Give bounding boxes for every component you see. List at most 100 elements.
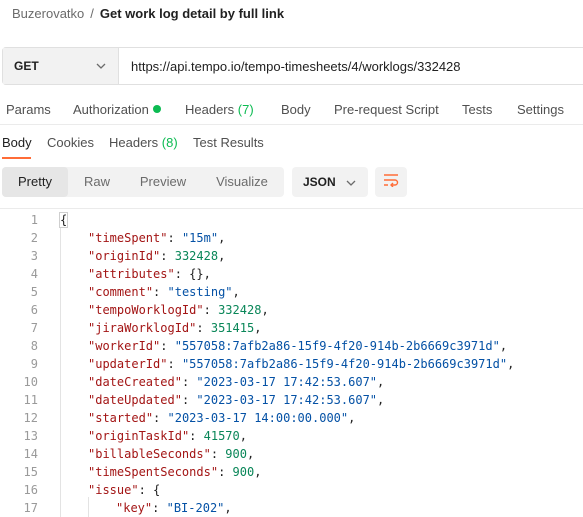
json-key: tempoWorklogId <box>95 303 197 317</box>
code-text: "attributes": {}, <box>88 267 211 281</box>
json-value: 900 <box>232 465 255 479</box>
request-name[interactable]: Get work log detail by full link <box>100 6 284 21</box>
breadcrumb: Buzerovatko / Get work log detail by full … <box>12 6 284 21</box>
line-number: 13 <box>23 429 38 443</box>
json-punctuation: , <box>507 357 515 371</box>
tab-headers-label: Headers <box>185 102 235 117</box>
tab-headers-count: (7) <box>237 102 254 117</box>
tab-test-results[interactable]: Test Results <box>193 135 264 150</box>
line-number: 1 <box>30 213 38 227</box>
json-key: originTaskId <box>95 429 182 443</box>
json-key: timeSpent <box>95 231 161 245</box>
format-label: JSON <box>303 175 336 189</box>
line-number: 4 <box>30 267 38 281</box>
method-select[interactable]: GET <box>3 48 119 84</box>
tab-authorization[interactable]: Authorization <box>73 102 161 117</box>
line-number: 14 <box>23 447 38 461</box>
json-punctuation: , <box>254 321 262 335</box>
json-punctuation: , <box>499 339 508 353</box>
line-number: 17 <box>23 501 38 515</box>
tab-pre-request-script[interactable]: Pre-request Script <box>334 102 439 117</box>
tab-settings[interactable]: Settings <box>517 102 564 117</box>
wrap-lines-button[interactable] <box>375 167 407 197</box>
json-key: timeSpentSeconds <box>95 465 211 479</box>
tab-authorization-label: Authorization <box>73 102 149 117</box>
indent-guide <box>88 497 89 517</box>
tab-tests[interactable]: Tests <box>462 102 492 117</box>
line-number: 16 <box>23 483 38 497</box>
json-key: dateUpdated <box>95 393 175 407</box>
line-number: 15 <box>23 465 38 479</box>
tab-headers[interactable]: Headers (7) <box>185 102 254 117</box>
json-value: { <box>153 483 161 497</box>
wrap-lines-icon <box>383 173 399 192</box>
json-punctuation: , <box>232 285 240 299</box>
line-number: 11 <box>23 393 38 407</box>
line-number: 9 <box>30 357 38 371</box>
code-text: "dateCreated": "2023-03-17 17:42:53.607"… <box>88 375 385 389</box>
json-value: "15m" <box>181 231 219 245</box>
json-punctuation: , <box>203 267 211 281</box>
view-pretty-button[interactable]: Pretty <box>2 167 68 197</box>
json-value: "557058:7afb2a86-15f9-4f20-914b-2b6669c3… <box>181 357 508 371</box>
line-number: 3 <box>30 249 38 263</box>
code-text: "tempoWorklogId": 332428, <box>88 303 269 317</box>
chevron-down-icon <box>346 175 356 189</box>
code-text: "comment": "testing", <box>88 285 240 299</box>
tab-body[interactable]: Body <box>281 102 311 117</box>
json-value: "2023-03-17 17:42:53.607" <box>196 375 378 389</box>
json-punctuation: , <box>246 447 255 461</box>
json-brace: { <box>58 212 69 228</box>
json-value: "2023-03-17 14:00:00.000" <box>167 411 349 425</box>
code-text: "started": "2023-03-17 14:00:00.000", <box>88 411 356 425</box>
code-text: "issue": { <box>88 483 161 497</box>
tab-response-headers[interactable]: Headers (8) <box>109 135 178 150</box>
indent-guide <box>60 227 61 517</box>
view-preview-button[interactable]: Preview <box>126 167 200 197</box>
section-divider <box>0 124 583 125</box>
json-key: comment <box>95 285 146 299</box>
code-text: "timeSpent": "15m", <box>88 231 226 245</box>
json-punctuation: , <box>218 249 226 263</box>
code-text: { <box>58 211 69 229</box>
status-dot-icon <box>152 105 161 113</box>
json-key: key <box>123 501 145 515</box>
line-number: 6 <box>30 303 38 317</box>
json-key: dateCreated <box>95 375 175 389</box>
tab-response-headers-count: (8) <box>161 135 178 150</box>
json-value: 351415 <box>210 321 255 335</box>
line-number: 2 <box>30 231 38 245</box>
line-number: 7 <box>30 321 38 335</box>
json-value: "2023-03-17 17:42:53.607" <box>196 393 378 407</box>
json-value: 332428 <box>218 303 262 317</box>
code-text: "jiraWorklogId": 351415, <box>88 321 262 335</box>
json-key: issue <box>95 483 132 497</box>
json-punctuation: , <box>261 303 269 317</box>
json-punctuation: , <box>218 231 226 245</box>
code-text: "updaterId": "557058:7afb2a86-15f9-4f20-… <box>88 357 515 371</box>
json-punctuation: , <box>377 393 385 407</box>
code-text: "key": "BI-202", <box>116 501 232 515</box>
response-body-editor[interactable]: 1 {2 "timeSpent": "15m", 3 "originId": 33242… <box>0 208 583 517</box>
json-value: 332428 <box>174 249 219 263</box>
request-url-bar: GET https://api.tempo.io/tempo-timesheet… <box>2 47 583 85</box>
json-value: {} <box>189 267 204 281</box>
tab-cookies[interactable]: Cookies <box>47 135 94 150</box>
breadcrumb-separator: / <box>90 6 94 21</box>
tab-params[interactable]: Params <box>6 102 51 117</box>
breadcrumb-collection[interactable]: Buzerovatko <box>12 6 84 21</box>
json-value: "557058:7afb2a86-15f9-4f20-914b-2b6669c3… <box>174 339 500 353</box>
format-select[interactable]: JSON <box>292 167 368 197</box>
json-key: originId <box>95 249 154 263</box>
tab-response-body[interactable]: Body <box>2 135 32 150</box>
method-label: GET <box>14 59 39 73</box>
view-raw-button[interactable]: Raw <box>68 167 126 197</box>
json-value: 900 <box>225 447 247 461</box>
tab-response-headers-label: Headers <box>109 135 159 150</box>
json-key: workerId <box>95 339 154 353</box>
line-number: 10 <box>23 375 38 389</box>
json-key: billableSeconds <box>95 447 204 461</box>
view-visualize-button[interactable]: Visualize <box>200 167 284 197</box>
url-input[interactable]: https://api.tempo.io/tempo-timesheets/4/… <box>119 48 461 84</box>
code-text: "timeSpentSeconds": 900, <box>88 465 262 479</box>
